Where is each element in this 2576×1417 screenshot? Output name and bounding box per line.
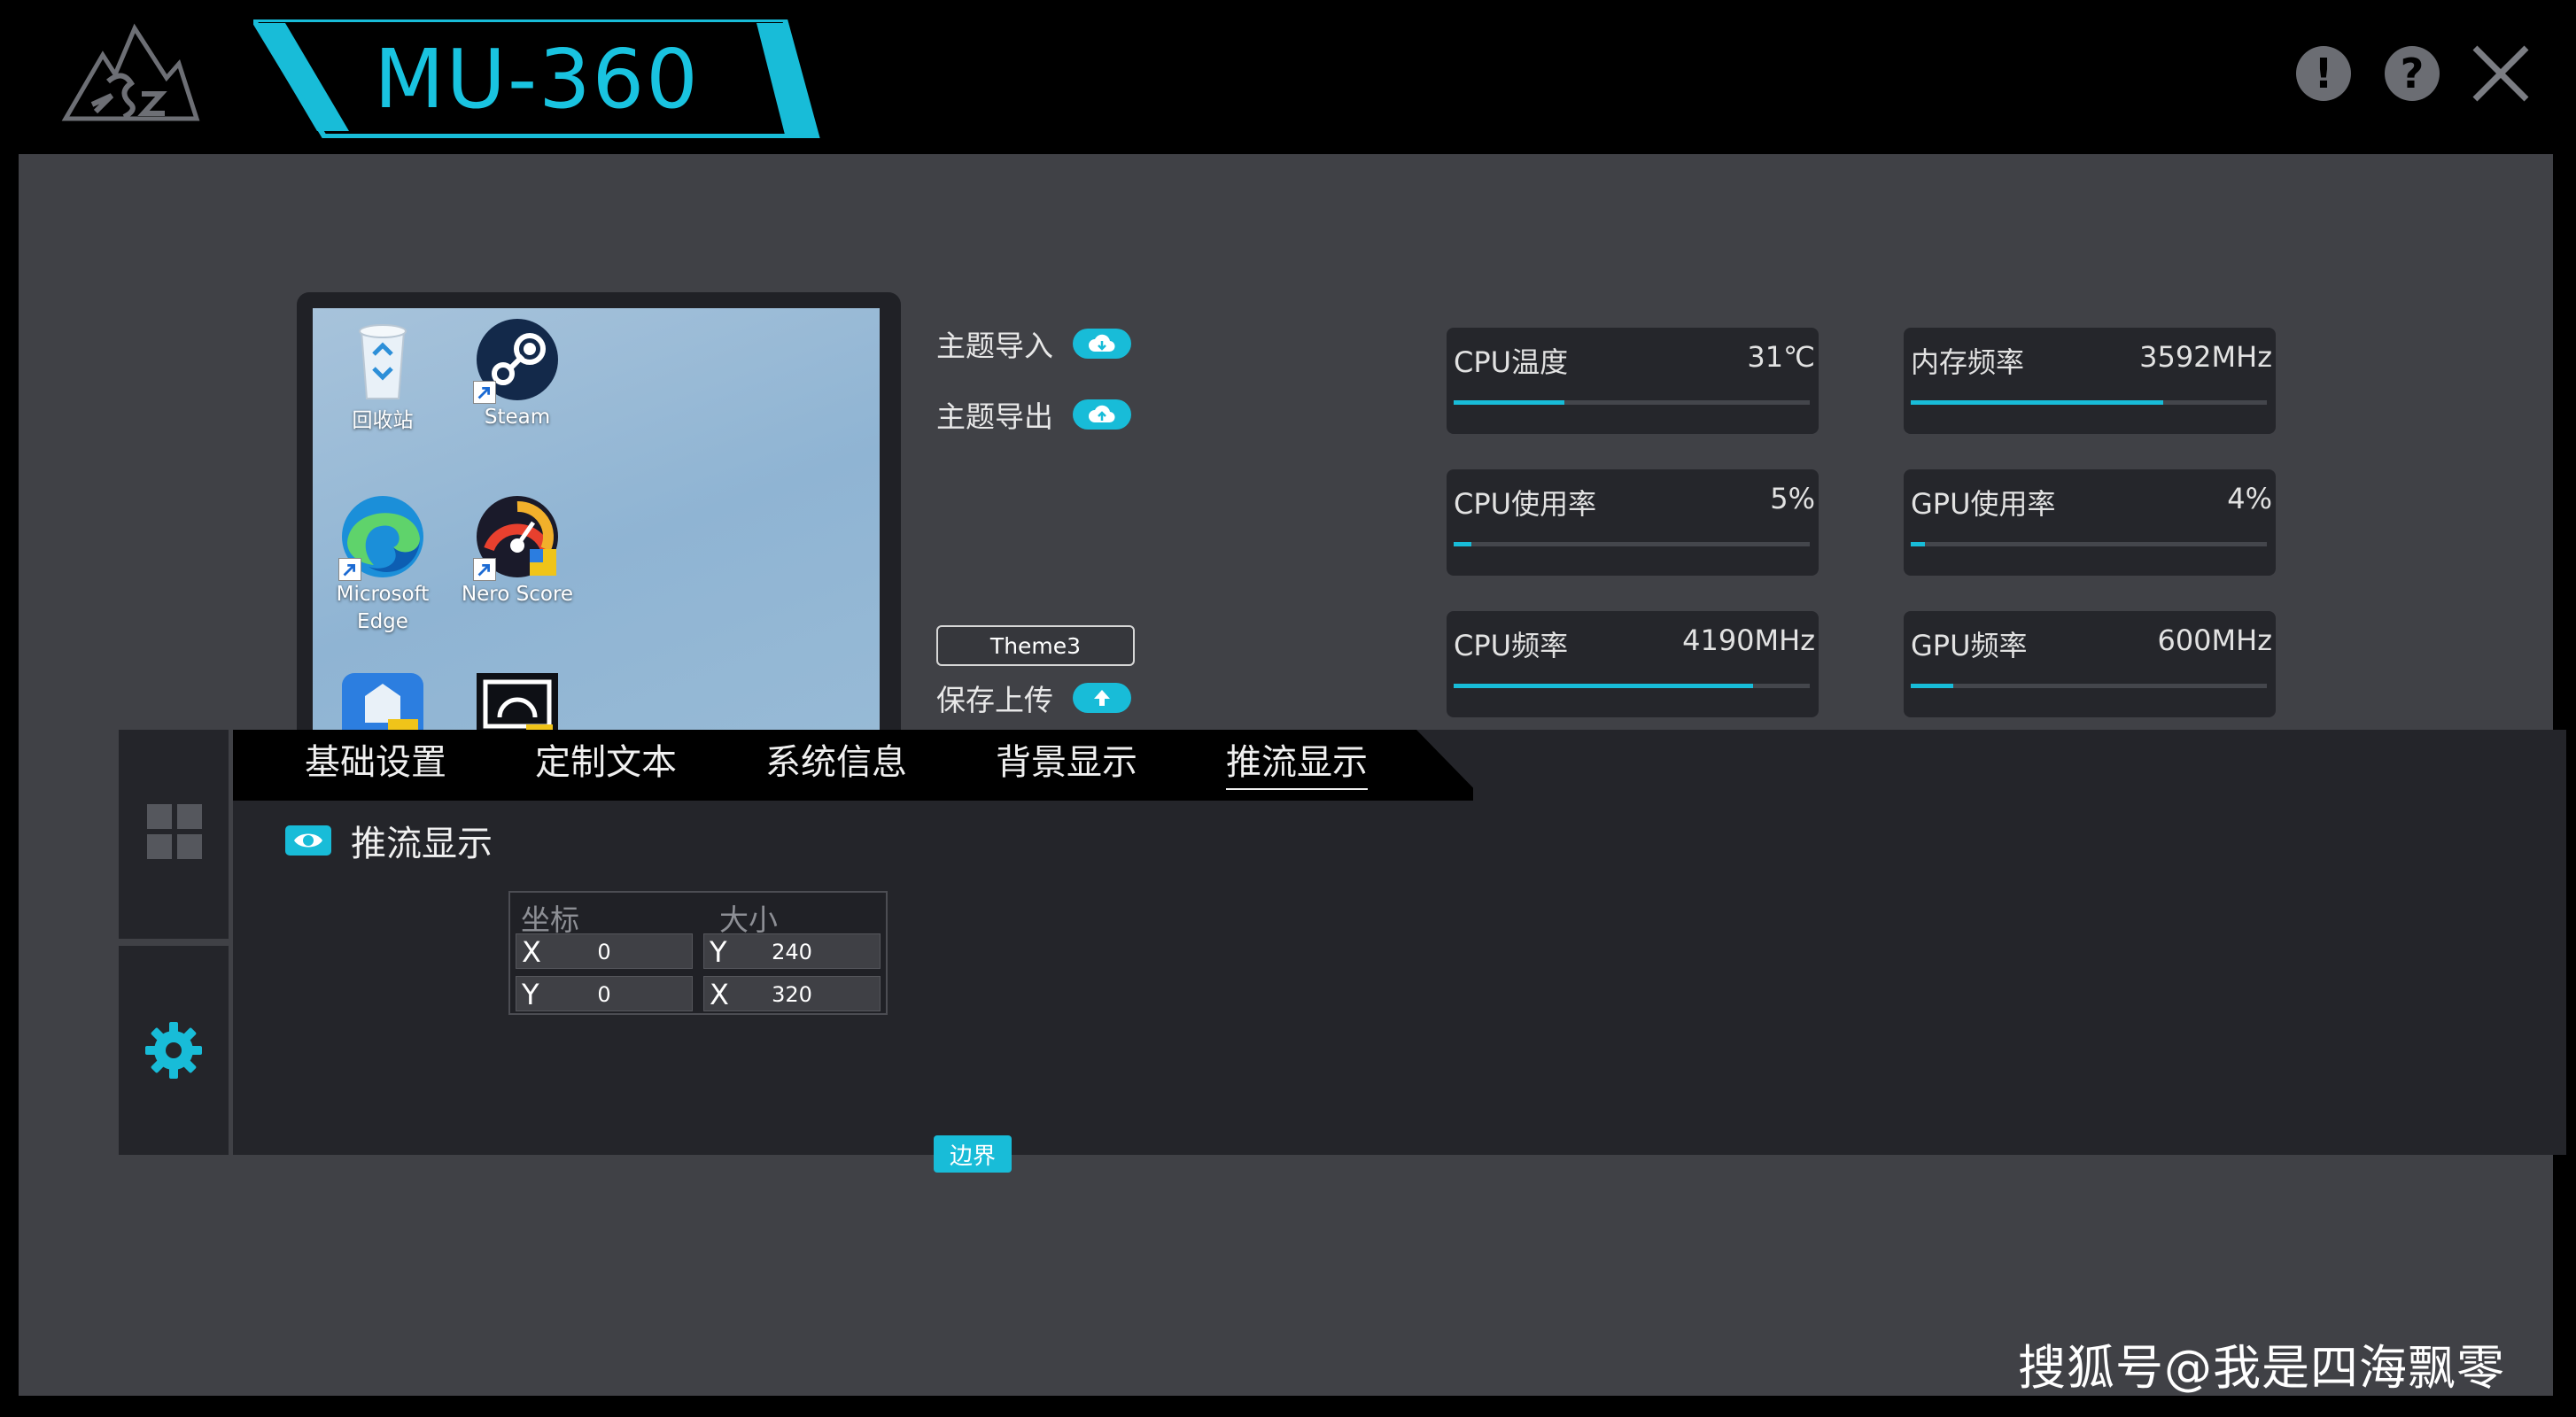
size-label: 大小 <box>719 902 778 937</box>
watermark: 搜狐号@我是四海飘零 <box>2018 1340 2505 1396</box>
monitor-card-cpu-freq: CPU频率 4190MHz <box>1447 611 1819 717</box>
monitor-track <box>1911 400 2267 405</box>
desktop-icon-steam: Steam <box>451 315 584 431</box>
monitor-fill <box>1454 400 1564 405</box>
help-button[interactable]: ? <box>2385 46 2440 101</box>
theme-import-button[interactable] <box>1073 329 1131 359</box>
monitor-value: 600MHz <box>2157 623 2272 657</box>
monitor-track <box>1911 684 2267 688</box>
recycle-bin-icon <box>359 324 407 399</box>
monitor-fill <box>1454 684 1753 688</box>
stream-display-option: 推流显示 <box>285 815 493 866</box>
shortcut-arrow-icon <box>338 558 361 581</box>
desktop-icon-app-monitor <box>451 670 584 732</box>
grid-icon <box>147 804 202 859</box>
monitor-value: 31℃ <box>1747 340 1815 374</box>
desktop-icon-label: Steam <box>484 406 551 429</box>
save-upload-row: 保存上传 <box>936 677 1131 719</box>
monitor-card-cpu-temp: CPU温度 31℃ <box>1447 328 1819 434</box>
monitor-value: 4% <box>2227 482 2272 515</box>
monitor-value: 4190MHz <box>1682 623 1815 657</box>
stream-display-label: 推流显示 <box>351 824 493 864</box>
monitor-card-mem-freq: 内存频率 3592MHz <box>1904 328 2276 434</box>
stream-coords-panel: 坐标 大小 X 0 Y 0 Y 240 X 320 <box>508 891 888 1015</box>
coord-x-input[interactable]: X 0 <box>516 933 693 969</box>
preview-screen: 回收站 Steam Microsoft Edge Nero Score <box>313 308 880 732</box>
theme-export-button[interactable] <box>1073 399 1131 430</box>
monitor-track <box>1454 400 1810 405</box>
size-height-input[interactable]: Y 240 <box>703 933 881 969</box>
size-width-input[interactable]: X 320 <box>703 976 881 1011</box>
field-value: 240 <box>772 940 812 964</box>
desktop-icon-label: Microsoft Edge <box>336 583 430 633</box>
monitor-track <box>1454 684 1810 688</box>
monitor-value: 5% <box>1770 482 1815 515</box>
monitor-name: CPU频率 <box>1454 629 1569 662</box>
monitor-name: CPU使用率 <box>1454 487 1597 521</box>
sidebar-item-settings[interactable] <box>119 946 229 1155</box>
coord-label: 坐标 <box>521 902 579 937</box>
monitor-card-cpu-usage: CPU使用率 5% <box>1447 469 1819 576</box>
app-monitor-icon <box>477 673 558 732</box>
tab-background-display[interactable]: 背景显示 <box>996 737 1137 788</box>
desktop-icon-edge: Microsoft Edge <box>316 492 449 636</box>
save-upload-button[interactable] <box>1073 683 1131 713</box>
app-title: MU-360 <box>374 31 700 127</box>
monitor-track <box>1911 542 2267 546</box>
stream-display-toggle[interactable] <box>285 825 331 856</box>
app-tool-icon <box>342 673 423 732</box>
cloud-download-icon <box>1089 334 1115 352</box>
desktop-icon-label: 回收站 <box>352 409 414 432</box>
edge-button[interactable]: 边界 <box>934 1135 1012 1173</box>
monitor-card-gpu-usage: GPU使用率 4% <box>1904 469 2276 576</box>
monitor-name: 内存频率 <box>1911 345 2025 379</box>
field-value: 320 <box>772 982 812 1007</box>
monitor-fill <box>1454 542 1472 546</box>
monitor-value: 3592MHz <box>2139 340 2272 374</box>
upload-arrow-icon <box>1094 690 1110 706</box>
tab-basic-settings[interactable]: 基础设置 <box>305 737 446 788</box>
save-upload-label: 保存上传 <box>936 683 1053 717</box>
theme-export-row: 主题导出 <box>936 393 1131 436</box>
monitor-card-gpu-freq: GPU频率 600MHz <box>1904 611 2276 717</box>
sidebar-item-layout[interactable] <box>119 730 229 939</box>
eye-icon <box>294 833 322 848</box>
field-value: 0 <box>597 940 611 964</box>
theme-import-label: 主题导入 <box>936 329 1053 363</box>
monitor-fill <box>1911 684 1954 688</box>
theme-import-row: 主题导入 <box>936 322 1131 365</box>
shortcut-arrow-icon <box>473 558 496 581</box>
desktop-icon-nero-score: Nero Score <box>451 492 584 608</box>
app-logo-icon <box>61 23 200 121</box>
tab-custom-text[interactable]: 定制文本 <box>535 737 677 788</box>
monitor-track <box>1454 542 1810 546</box>
theme-preview: 回收站 Steam Microsoft Edge Nero Score <box>297 292 901 751</box>
cloud-upload-icon <box>1089 405 1115 423</box>
desktop-icon-recycle-bin: 回收站 <box>316 315 449 435</box>
monitor-fill <box>1911 400 2164 405</box>
theme-name-field[interactable]: Theme3 <box>936 625 1135 666</box>
close-icon[interactable] <box>2470 43 2532 105</box>
desktop-icon-label: Nero Score <box>461 583 574 606</box>
theme-export-label: 主题导出 <box>936 399 1053 434</box>
tab-system-info[interactable]: 系统信息 <box>765 737 907 788</box>
gear-icon <box>145 1022 202 1079</box>
desktop-icon-app-tool <box>316 670 449 732</box>
monitor-name: GPU使用率 <box>1911 487 2056 521</box>
shortcut-arrow-icon <box>473 381 496 404</box>
tab-stream-display[interactable]: 推流显示 <box>1226 737 1368 790</box>
info-button[interactable]: ! <box>2296 46 2351 101</box>
monitor-name: CPU温度 <box>1454 345 1569 379</box>
field-value: 0 <box>597 982 611 1007</box>
monitor-fill <box>1911 542 1926 546</box>
coord-y-input[interactable]: Y 0 <box>516 976 693 1011</box>
monitor-name: GPU频率 <box>1911 629 2028 662</box>
